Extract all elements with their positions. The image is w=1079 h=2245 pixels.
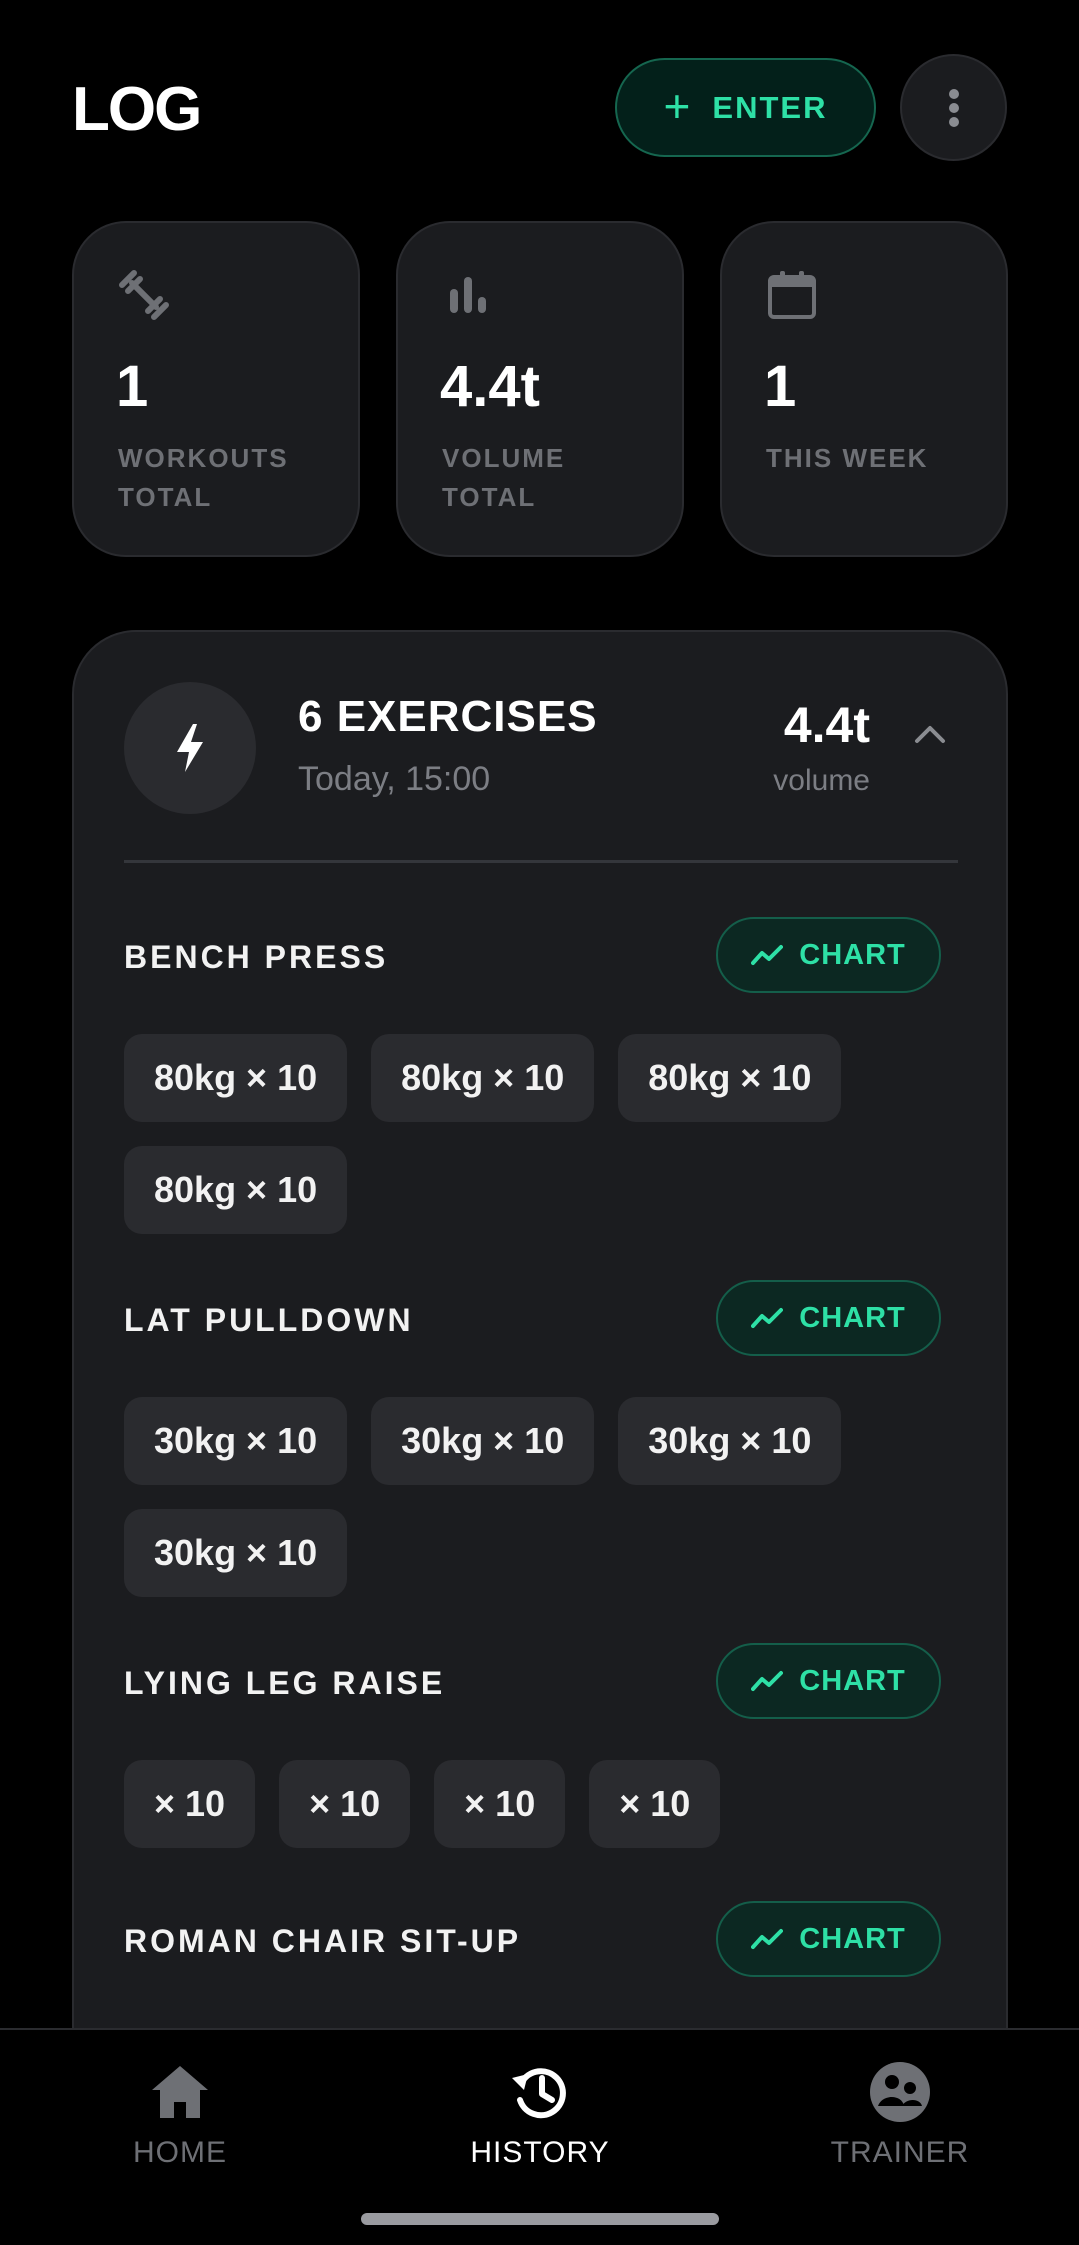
calendar-icon xyxy=(768,271,816,319)
log-screen: LOG + ENTER 1 WORKOUTS TOTAL 4.4t VOLUME… xyxy=(0,0,1079,2245)
exercise-title: BENCH PRESS xyxy=(124,939,389,975)
stat-card-volume: 4.4t VOLUME TOTAL xyxy=(396,221,684,557)
trend-icon xyxy=(751,1308,784,1328)
workout-icon xyxy=(124,682,256,814)
exercise-title: ROMAN CHAIR SIT-UP xyxy=(124,1923,522,1959)
stat-value: 1 xyxy=(116,354,149,419)
stat-label: WORKOUTS TOTAL xyxy=(118,443,289,512)
set-chip: 30kg × 10 xyxy=(124,1509,348,1597)
history-icon xyxy=(512,2068,566,2119)
chart-button-label: CHART xyxy=(799,938,906,971)
workout-title: 6 EXERCISES xyxy=(298,692,598,741)
chevron-up-icon[interactable] xyxy=(914,724,946,744)
home-icon xyxy=(152,2066,208,2118)
page-title: LOG xyxy=(72,75,202,144)
set-chip: 80kg × 10 xyxy=(124,1146,348,1234)
workout-volume: 4.4t xyxy=(783,697,870,753)
chart-button[interactable]: CHART xyxy=(716,917,941,993)
trainer-icon xyxy=(870,2062,930,2122)
more-options-button[interactable] xyxy=(900,54,1007,161)
lightning-icon xyxy=(177,724,203,772)
trend-icon xyxy=(751,1671,784,1691)
more-vertical-icon xyxy=(948,88,959,127)
chart-button-label: CHART xyxy=(799,1664,906,1697)
stat-label: VOLUME TOTAL xyxy=(442,443,566,512)
nav-item-trainer[interactable]: TRAINER xyxy=(780,2060,1020,2170)
set-chip: 80kg × 10 xyxy=(618,1034,842,1122)
chart-button[interactable]: CHART xyxy=(716,1280,941,1356)
chart-button[interactable]: CHART xyxy=(716,1901,941,1977)
divider xyxy=(124,860,958,863)
chart-button-label: CHART xyxy=(799,1301,906,1334)
exercise-title: LYING LEG RAISE xyxy=(124,1665,446,1701)
home-indicator[interactable] xyxy=(361,2213,719,2225)
enter-button[interactable]: + ENTER xyxy=(615,58,876,157)
nav-label: HISTORY xyxy=(470,2136,610,2169)
dumbbell-icon xyxy=(119,270,169,320)
set-chips: 80kg × 10 80kg × 10 80kg × 10 80kg × 10 xyxy=(124,1034,944,1234)
workout-time: Today, 15:00 xyxy=(298,760,491,798)
nav-label: HOME xyxy=(133,2136,227,2169)
trend-icon xyxy=(751,945,784,965)
nav-item-home[interactable]: HOME xyxy=(60,2060,300,2170)
stat-label: THIS WEEK xyxy=(766,443,929,473)
set-chip: × 10 xyxy=(124,1760,256,1848)
stat-value: 4.4t xyxy=(440,354,540,419)
nav-label: TRAINER xyxy=(830,2136,970,2169)
chart-button-label: CHART xyxy=(799,1922,906,1955)
set-chips: 30kg × 10 30kg × 10 30kg × 10 30kg × 10 xyxy=(124,1397,944,1597)
set-chip: × 10 xyxy=(434,1760,566,1848)
set-chip: × 10 xyxy=(589,1760,721,1848)
set-chip: 30kg × 10 xyxy=(124,1397,348,1485)
stat-card-workouts: 1 WORKOUTS TOTAL xyxy=(72,221,360,557)
set-chips: × 10 × 10 × 10 × 10 xyxy=(124,1760,944,1848)
set-chip: 80kg × 10 xyxy=(124,1034,348,1122)
bar-chart-icon xyxy=(450,277,486,313)
enter-button-label: ENTER xyxy=(712,89,828,125)
plus-icon: + xyxy=(663,79,693,132)
exercise-title: LAT PULLDOWN xyxy=(124,1302,414,1338)
stat-card-this-week: 1 THIS WEEK xyxy=(720,221,1008,557)
workout-volume-label: volume xyxy=(773,764,870,797)
set-chip: 30kg × 10 xyxy=(618,1397,842,1485)
trend-icon xyxy=(751,1929,784,1949)
set-chip: 80kg × 10 xyxy=(371,1034,595,1122)
workout-card[interactable]: 6 EXERCISES Today, 15:00 4.4t volume BEN… xyxy=(72,630,1008,2030)
chart-button[interactable]: CHART xyxy=(716,1643,941,1719)
set-chip: × 10 xyxy=(279,1760,411,1848)
stat-value: 1 xyxy=(764,354,797,419)
set-chip: 30kg × 10 xyxy=(371,1397,595,1485)
nav-item-history[interactable]: HISTORY xyxy=(420,2060,660,2170)
